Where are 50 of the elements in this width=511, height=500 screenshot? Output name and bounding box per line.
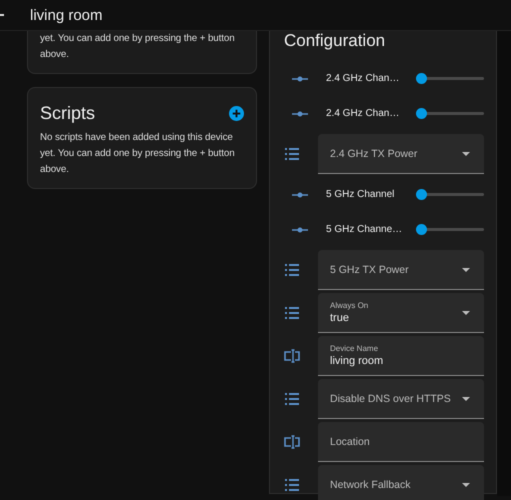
field-label: 5 GHz TX Power	[330, 264, 410, 276]
list-icon	[284, 393, 300, 405]
slider-thumb[interactable]	[416, 224, 427, 235]
slider-label: 2.4 GHz Chan…	[326, 108, 400, 119]
field-value: true	[330, 312, 350, 324]
dropdown-caret-icon	[462, 482, 470, 486]
field-label: 2.4 GHz TX Power	[330, 148, 418, 160]
card-title: Scripts	[40, 103, 96, 124]
text-field-icon	[284, 435, 300, 449]
select-field[interactable]: Always On true	[318, 293, 484, 333]
input-field[interactable]: Device Name living room	[318, 336, 484, 376]
slider-icon	[292, 76, 308, 82]
slider-icon	[292, 192, 308, 198]
field-label: Disable DNS over HTTPS	[330, 392, 452, 404]
text-field-icon	[284, 349, 300, 363]
field-label: Location	[330, 436, 371, 448]
slider-thumb[interactable]	[416, 108, 427, 119]
dropdown-caret-icon	[462, 396, 470, 400]
slider-thumb[interactable]	[416, 73, 427, 84]
dropdown-caret-icon	[462, 310, 470, 314]
slider[interactable]	[416, 73, 484, 84]
field-label: Device Name	[330, 344, 380, 353]
select-field[interactable]: Disable DNS over HTTPS	[318, 379, 484, 419]
select-field[interactable]: Network Fallback	[318, 465, 484, 500]
card-text: No scripts have been added using this device yet. You can add one by pressing the + button above.	[40, 131, 236, 177]
select-field[interactable]: 5 GHz TX Power	[318, 250, 484, 290]
list-icon	[284, 148, 300, 160]
card-title: Configuration	[284, 31, 386, 51]
select-field[interactable]: 2.4 GHz TX Power	[318, 134, 484, 174]
list-icon	[284, 264, 300, 276]
add-icon[interactable]	[229, 106, 244, 121]
list-icon	[284, 307, 300, 319]
slider[interactable]	[416, 189, 484, 200]
field-label: Always On	[330, 301, 370, 310]
field-label: Network Fallback	[330, 478, 412, 490]
slider-thumb[interactable]	[416, 189, 427, 200]
slider-icon	[292, 110, 308, 116]
slider-label: 5 GHz Channel	[326, 189, 396, 200]
input-field[interactable]: Location	[318, 422, 484, 462]
dropdown-caret-icon	[462, 152, 470, 156]
slider-label: 2.4 GHz Chan…	[326, 73, 400, 84]
slider-icon	[292, 226, 308, 232]
slider[interactable]	[416, 108, 484, 119]
list-icon	[284, 479, 300, 491]
page-title: living room	[30, 6, 103, 24]
card-text: yet. You can add one by pressing the + button above.	[40, 32, 236, 62]
slider-label: 5 GHz Channe…	[326, 224, 404, 235]
field-value: living room	[330, 355, 384, 367]
dropdown-caret-icon	[462, 268, 470, 272]
slider[interactable]	[416, 224, 484, 235]
